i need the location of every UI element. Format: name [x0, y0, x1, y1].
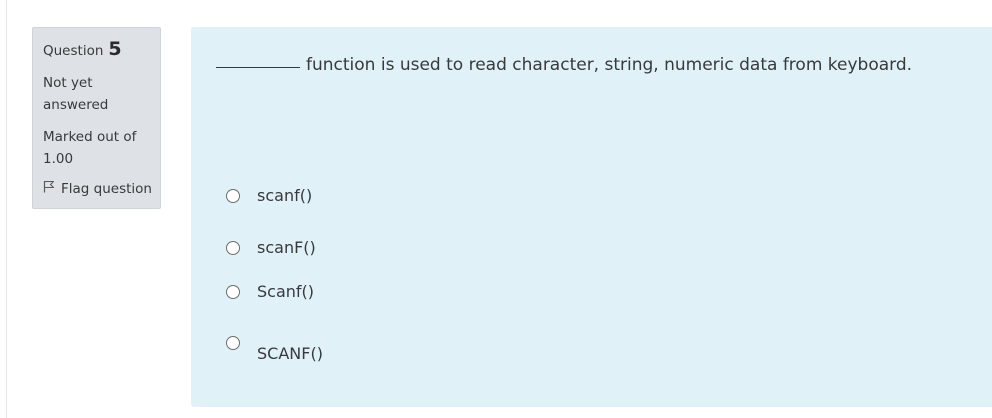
flag-question-label: Flag question — [61, 180, 152, 197]
answer-option-d-label: SCANF() — [257, 344, 323, 363]
question-number: 5 — [108, 38, 122, 60]
answer-blank — [216, 67, 300, 68]
question-grade: Marked out of 1.00 — [43, 129, 137, 167]
question-state: Not yet answered — [43, 75, 109, 113]
question-number-heading: Question 5 — [43, 38, 152, 62]
radio-button-d[interactable] — [226, 336, 240, 350]
answer-option-b[interactable]: scanF() — [226, 238, 316, 257]
question-text-body: function is used to read character, stri… — [306, 55, 913, 75]
question-content: function is used to read character, stri… — [191, 27, 992, 407]
flag-question-link[interactable]: Flag question — [43, 180, 152, 197]
page-left-border — [6, 0, 7, 418]
answer-option-c[interactable]: Scanf() — [226, 282, 314, 301]
radio-button-b[interactable] — [226, 240, 240, 255]
radio-button-c[interactable] — [226, 284, 240, 299]
question-label: Question — [43, 43, 104, 59]
flag-outline-icon — [43, 180, 61, 197]
question-info-panel: Question 5 Not yet answered Marked out o… — [32, 27, 161, 209]
radio-button-a[interactable] — [226, 188, 240, 203]
answer-option-a[interactable]: scanf() — [226, 186, 312, 205]
answer-option-a-label: scanf() — [257, 186, 313, 205]
answer-option-d[interactable]: SCANF() — [226, 335, 323, 363]
question-text: function is used to read character, stri… — [216, 55, 912, 75]
answer-option-c-label: Scanf() — [257, 282, 315, 301]
answer-option-b-label: scanF() — [257, 238, 316, 257]
